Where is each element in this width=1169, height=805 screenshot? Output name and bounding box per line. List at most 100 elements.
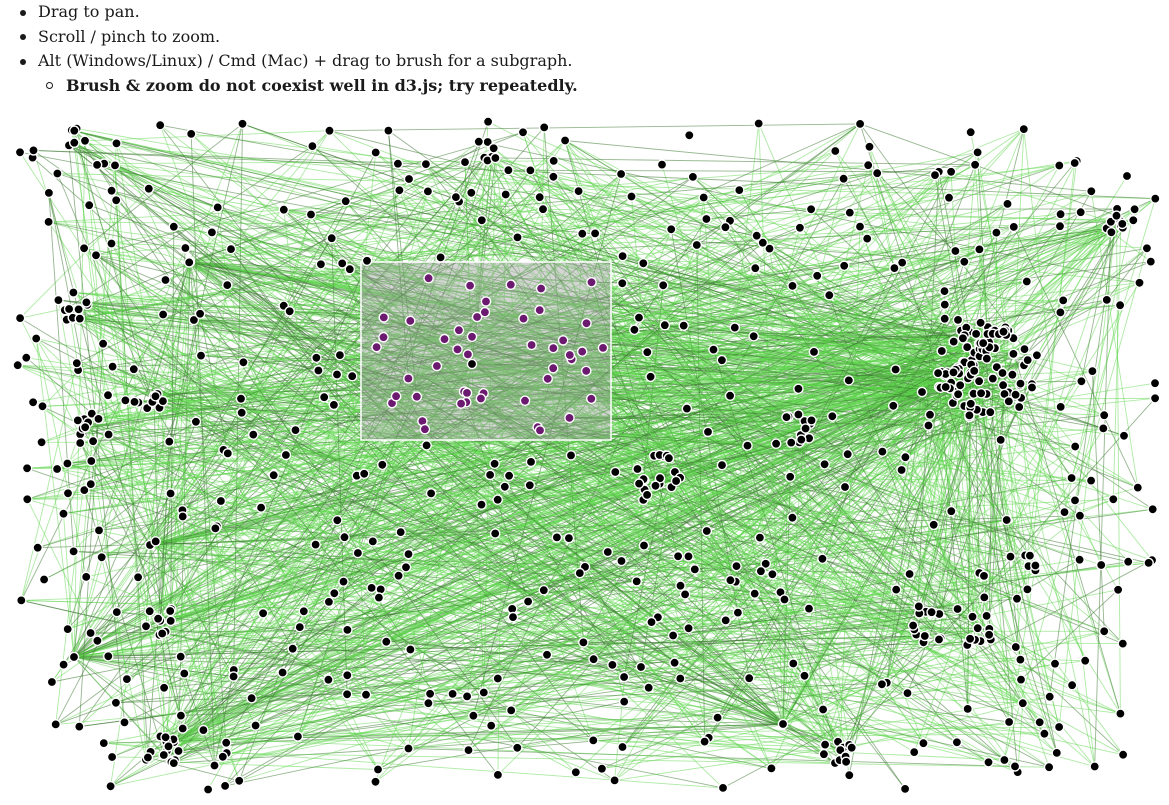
- graph-node[interactable]: [290, 424, 301, 436]
- graph-node[interactable]: [465, 187, 477, 199]
- graph-node[interactable]: [643, 682, 655, 694]
- graph-node[interactable]: [799, 670, 810, 682]
- cluster-node[interactable]: [79, 421, 91, 433]
- graph-node[interactable]: [190, 416, 202, 428]
- graph-node[interactable]: [669, 657, 680, 669]
- graph-node[interactable]: [405, 644, 416, 655]
- graph-node[interactable]: [111, 138, 122, 149]
- graph-node[interactable]: [14, 146, 26, 158]
- graph-node[interactable]: [360, 689, 372, 701]
- graph-node[interactable]: [111, 606, 123, 618]
- graph-node[interactable]: [983, 757, 994, 768]
- graph-node[interactable]: [152, 613, 164, 625]
- graph-node[interactable]: [97, 338, 109, 350]
- graph-node[interactable]: [589, 228, 601, 239]
- selected-node[interactable]: [378, 331, 389, 343]
- graph-node[interactable]: [1017, 697, 1029, 709]
- graph-node[interactable]: [629, 324, 640, 336]
- graph-node[interactable]: [626, 191, 637, 202]
- graph-node[interactable]: [482, 117, 494, 127]
- selected-node[interactable]: [526, 339, 537, 351]
- graph-node[interactable]: [219, 780, 231, 792]
- graph-node[interactable]: [158, 682, 170, 694]
- graph-node[interactable]: [74, 313, 86, 324]
- selected-node[interactable]: [534, 304, 546, 316]
- graph-node[interactable]: [1055, 401, 1066, 413]
- graph-node[interactable]: [967, 611, 978, 623]
- graph-node[interactable]: [341, 689, 353, 700]
- graph-node[interactable]: [681, 403, 693, 414]
- cluster-node[interactable]: [165, 615, 176, 627]
- cluster-node[interactable]: [173, 745, 184, 757]
- cluster-node[interactable]: [1007, 369, 1018, 381]
- graph-node[interactable]: [846, 742, 858, 754]
- graph-node[interactable]: [512, 232, 523, 243]
- graph-node[interactable]: [1129, 203, 1140, 215]
- graph-node[interactable]: [754, 532, 766, 543]
- graph-node[interactable]: [503, 470, 515, 482]
- graph-node[interactable]: [461, 691, 473, 702]
- graph-node[interactable]: [21, 462, 33, 474]
- selected-node[interactable]: [452, 344, 463, 355]
- graph-node[interactable]: [87, 435, 99, 447]
- graph-node[interactable]: [844, 207, 856, 218]
- cluster-node[interactable]: [633, 478, 645, 489]
- hub-node[interactable]: [466, 358, 478, 370]
- graph-node[interactable]: [323, 596, 335, 608]
- graph-node[interactable]: [1114, 299, 1126, 311]
- hub-node[interactable]: [916, 386, 928, 398]
- graph-node[interactable]: [720, 615, 732, 626]
- graph-node[interactable]: [183, 257, 195, 268]
- graph-node[interactable]: [522, 596, 534, 607]
- cluster-node[interactable]: [1106, 226, 1117, 238]
- cluster-node[interactable]: [73, 304, 84, 315]
- graph-node[interactable]: [991, 227, 1002, 238]
- graph-node[interactable]: [1101, 294, 1113, 306]
- graph-node[interactable]: [1149, 393, 1160, 404]
- selected-node[interactable]: [505, 279, 517, 291]
- graph-node[interactable]: [1117, 749, 1129, 761]
- graph-node[interactable]: [618, 671, 630, 683]
- graph-node[interactable]: [403, 173, 415, 185]
- graph-node[interactable]: [106, 751, 118, 763]
- graph-node[interactable]: [257, 608, 269, 619]
- graph-node[interactable]: [340, 195, 352, 207]
- cluster-node[interactable]: [1003, 396, 1015, 407]
- graph-node[interactable]: [202, 784, 214, 795]
- graph-node[interactable]: [951, 737, 963, 748]
- graph-node[interactable]: [890, 364, 901, 375]
- graph-node[interactable]: [459, 156, 471, 168]
- graph-node[interactable]: [1002, 198, 1013, 210]
- graph-node[interactable]: [979, 592, 990, 603]
- graph-node[interactable]: [928, 519, 940, 531]
- cluster-node[interactable]: [81, 297, 92, 308]
- graph-node[interactable]: [978, 570, 990, 582]
- graph-node[interactable]: [689, 564, 701, 575]
- graph-node[interactable]: [1075, 206, 1086, 218]
- cluster-node[interactable]: [781, 411, 792, 423]
- cluster-node[interactable]: [641, 489, 653, 501]
- graph-node[interactable]: [32, 542, 44, 554]
- graph-node[interactable]: [642, 346, 653, 358]
- graph-node[interactable]: [788, 658, 799, 669]
- graph-node[interactable]: [945, 166, 957, 178]
- cluster-node[interactable]: [793, 409, 804, 420]
- graph-node[interactable]: [1044, 691, 1055, 703]
- cluster-node[interactable]: [1026, 382, 1038, 393]
- graph-node[interactable]: [86, 455, 97, 467]
- graph-node[interactable]: [185, 128, 197, 140]
- graph-node[interactable]: [85, 627, 96, 639]
- graph-node[interactable]: [512, 742, 523, 754]
- graph-node[interactable]: [770, 438, 782, 450]
- brush-selection[interactable]: [360, 261, 612, 441]
- graph-node[interactable]: [675, 673, 686, 684]
- graph-node[interactable]: [423, 697, 434, 709]
- selected-node[interactable]: [466, 331, 478, 343]
- graph-node[interactable]: [30, 333, 42, 344]
- graph-node[interactable]: [1010, 641, 1022, 653]
- graph-node[interactable]: [1018, 123, 1030, 135]
- graph-node[interactable]: [517, 127, 529, 138]
- graph-node[interactable]: [1134, 277, 1145, 289]
- graph-node[interactable]: [342, 624, 353, 636]
- graph-node[interactable]: [180, 242, 191, 254]
